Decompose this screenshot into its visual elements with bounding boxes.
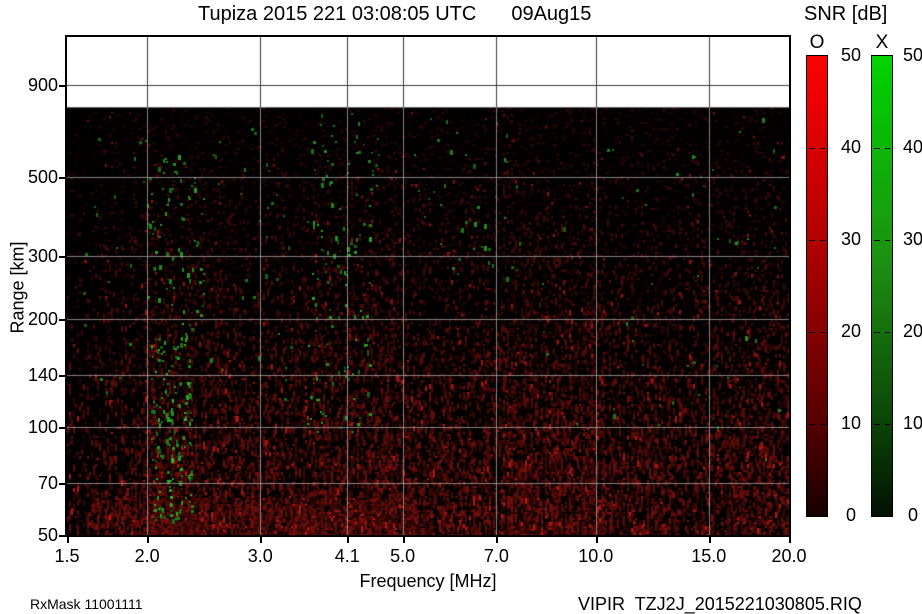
colorbar-tick-label: 10 bbox=[902, 413, 922, 433]
x-axis-title: Frequency [MHz] bbox=[359, 571, 497, 591]
x-tick-label: 3.0 bbox=[247, 546, 273, 566]
colorbar-tick-dash bbox=[809, 148, 815, 149]
x-tick-mark bbox=[496, 537, 498, 543]
colorbar-tick-label: 20 bbox=[840, 321, 862, 341]
colorbar-tick-label: 40 bbox=[840, 137, 862, 157]
colorbar-tick-label: 0 bbox=[845, 505, 856, 525]
y-axis-title: Range [km] bbox=[7, 241, 28, 334]
colorbar-tick-label: 50 bbox=[902, 45, 922, 65]
colorbar-tick-label: 30 bbox=[840, 229, 862, 249]
y-tick-mark bbox=[59, 535, 65, 537]
colorbar-tick-dash bbox=[820, 424, 825, 425]
x-tick-mark bbox=[403, 537, 405, 543]
colorbar-tick-dash bbox=[809, 332, 815, 333]
colorbar-tick-dash bbox=[885, 332, 890, 333]
colorbar-tick-dash bbox=[874, 148, 880, 149]
y-tick-mark bbox=[59, 85, 65, 87]
data-file-text: VIPIR TZJ2J_2015221030805.RIQ bbox=[578, 594, 862, 614]
x-tick-label: 1.5 bbox=[54, 546, 80, 566]
colorbar-tick-dash bbox=[809, 424, 815, 425]
colorbar-tick-label: 20 bbox=[902, 321, 922, 341]
colorbar-tick-dash bbox=[874, 240, 880, 241]
y-tick-label: 900 bbox=[27, 75, 58, 96]
ionogram-screen: Tupiza 2015 221 03:08:05 UTC 09Aug15 SNR… bbox=[0, 0, 922, 614]
colorbar-tick-dash bbox=[885, 424, 890, 425]
x-tick-label: 7.0 bbox=[483, 546, 509, 566]
colorbar-tick-label: 40 bbox=[902, 137, 922, 157]
y-tick-mark bbox=[59, 375, 65, 377]
colorbar-tick-label: 10 bbox=[840, 413, 862, 433]
y-tick-mark bbox=[59, 483, 65, 485]
x-polarization-label: X bbox=[875, 32, 889, 53]
plot-title: Tupiza 2015 221 03:08:05 UTC 09Aug15 bbox=[198, 3, 591, 26]
colorbar-tick-dash bbox=[820, 148, 825, 149]
x-tick-label: 4.1 bbox=[334, 546, 360, 566]
y-tick-label: 100 bbox=[27, 417, 58, 438]
o-colorbar bbox=[806, 55, 828, 517]
x-tick-mark bbox=[347, 537, 349, 543]
colorbar-tick-dash bbox=[885, 240, 890, 241]
x-tick-mark bbox=[260, 537, 262, 543]
y-tick-label: 500 bbox=[27, 166, 58, 187]
x-tick-label: 10.0 bbox=[578, 546, 614, 566]
colorbar-tick-dash bbox=[820, 240, 825, 241]
x-tick-label: 2.0 bbox=[134, 546, 160, 566]
colorbar-tick-dash bbox=[874, 424, 880, 425]
snr-legend-title: SNR [dB] bbox=[804, 3, 888, 25]
x-tick-mark bbox=[789, 537, 791, 543]
title-text: Tupiza 2015 221 03:08:05 UTC bbox=[198, 3, 477, 25]
y-tick-mark bbox=[59, 319, 65, 321]
x-tick-label: 5.0 bbox=[390, 546, 416, 566]
y-tick-mark bbox=[59, 256, 65, 258]
x-tick-mark bbox=[596, 537, 598, 543]
colorbar-tick-dash bbox=[809, 240, 815, 241]
colorbar-tick-dash bbox=[874, 332, 880, 333]
colorbar-tick-dash bbox=[885, 148, 890, 149]
colorbar-tick-dash bbox=[820, 332, 825, 333]
x-tick-mark bbox=[67, 537, 69, 543]
colorbar-tick-label: 30 bbox=[902, 229, 922, 249]
x-colorbar bbox=[871, 55, 893, 517]
plot-frame bbox=[65, 35, 791, 537]
title-date: 09Aug15 bbox=[511, 3, 592, 25]
x-tick-label: 20.0 bbox=[771, 546, 807, 566]
y-tick-label: 140 bbox=[27, 364, 58, 385]
y-tick-label: 200 bbox=[27, 309, 58, 330]
y-tick-mark bbox=[59, 177, 65, 179]
x-tick-label: 15.0 bbox=[691, 546, 727, 566]
o-polarization-label: O bbox=[809, 32, 825, 53]
colorbar-tick-label: 0 bbox=[907, 505, 918, 525]
ionogram-canvas bbox=[67, 37, 789, 535]
y-tick-label: 70 bbox=[37, 472, 58, 493]
rxmask-text: RxMask 11001111 bbox=[30, 596, 143, 612]
y-tick-mark bbox=[59, 427, 65, 429]
colorbar-tick-label: 50 bbox=[840, 45, 862, 65]
x-tick-mark bbox=[147, 537, 149, 543]
y-tick-label: 50 bbox=[37, 525, 58, 545]
y-tick-label: 300 bbox=[27, 246, 58, 267]
x-tick-mark bbox=[709, 537, 711, 543]
